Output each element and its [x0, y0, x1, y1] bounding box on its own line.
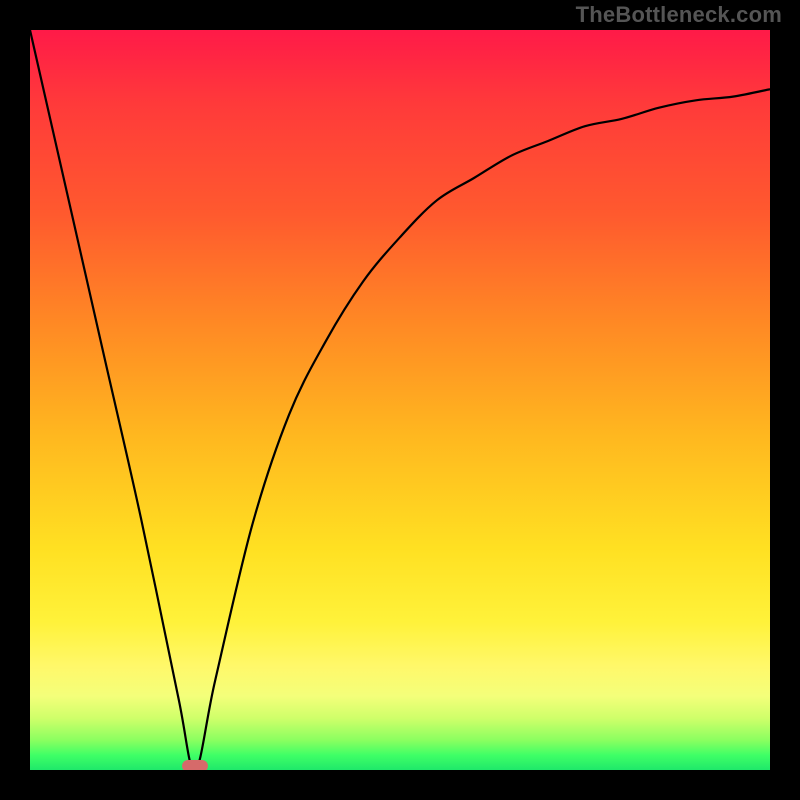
chart-frame: TheBottleneck.com: [0, 0, 800, 800]
curve-layer: [30, 30, 770, 770]
bottleneck-curve: [30, 30, 770, 770]
min-marker: [182, 760, 208, 770]
plot-area: [30, 30, 770, 770]
watermark-text: TheBottleneck.com: [576, 2, 782, 28]
